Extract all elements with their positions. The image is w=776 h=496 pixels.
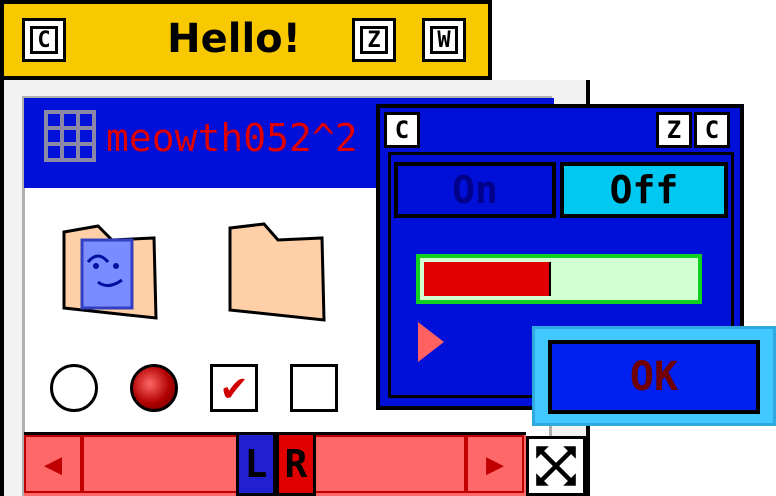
scroll-thumb-left[interactable]: L [236, 432, 276, 496]
finder-folder-icon[interactable] [58, 222, 162, 322]
window-shade-button[interactable]: W [422, 18, 466, 62]
ok-button[interactable]: OK [548, 340, 760, 414]
resize-handle-icon[interactable] [526, 436, 586, 496]
left-arrow-icon: ◀ [43, 446, 63, 482]
plain-folder-icon[interactable] [226, 222, 330, 322]
radio-button-unselected[interactable] [50, 364, 98, 412]
scroll-left-button[interactable]: ◀ [24, 435, 82, 493]
main-window-titlebar[interactable]: C Hello! Z W [0, 0, 492, 80]
radio-button-selected[interactable] [130, 364, 178, 412]
toggle-on-segment[interactable]: On [394, 162, 556, 218]
checkbox-checked[interactable]: ✔ [210, 364, 258, 412]
dialog-close-button[interactable]: C [384, 112, 420, 148]
checkbox-unchecked[interactable] [290, 364, 338, 412]
dialog-zoom-button[interactable]: Z [656, 112, 692, 148]
toggle-off-segment[interactable]: Off [560, 162, 728, 218]
right-arrow-icon: ▶ [485, 446, 505, 482]
scroll-right-button[interactable]: ▶ [466, 435, 524, 493]
grid-icon[interactable] [44, 110, 96, 162]
progress-bar-fill [424, 262, 552, 296]
window-title: Hello! [167, 16, 301, 62]
scroll-thumb-right[interactable]: R [276, 432, 316, 496]
progress-bar [416, 254, 702, 304]
close-button[interactable]: C [22, 18, 66, 62]
disclosure-triangle-icon[interactable] [418, 322, 444, 362]
dialog-extra-button[interactable]: C [694, 112, 730, 148]
zoom-button[interactable]: Z [352, 18, 396, 62]
icons-window-title: meowth052^2 [106, 116, 358, 160]
